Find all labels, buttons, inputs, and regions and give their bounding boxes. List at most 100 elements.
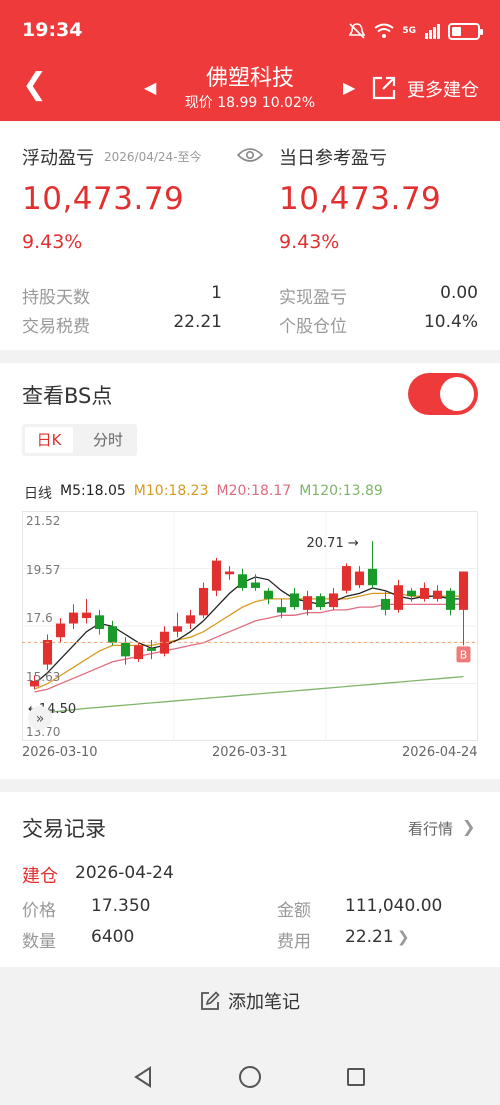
daily-pnl-label: 当日参考盈亏 <box>279 148 387 169</box>
nav-back-icon[interactable] <box>132 1066 154 1088</box>
y-tick-label: 17.6 <box>26 611 53 625</box>
candle-body <box>172 626 183 632</box>
candle-body <box>55 623 66 638</box>
ma20-value: M20:18.17 <box>216 483 292 499</box>
y-tick-label: 15.63 <box>26 670 60 684</box>
daily-pnl-pct: 9.43% <box>279 231 340 253</box>
battery-icon <box>448 22 483 40</box>
view-market-link[interactable]: 看行情 <box>408 818 453 839</box>
status-time: 19:34 <box>22 19 83 41</box>
candle-body <box>211 560 222 591</box>
candle-body <box>146 648 157 651</box>
ma-kind: 日线 <box>24 486 52 502</box>
floating-pnl-value: 10,473.79 <box>22 181 185 217</box>
quantity-value: 6400 <box>91 927 135 947</box>
trade-date: 2026-04-24 <box>75 863 174 883</box>
x-label-end: 2026-04-24 <box>402 745 478 760</box>
candle-body <box>263 590 274 599</box>
price-label: 价格 <box>22 901 56 921</box>
expand-icon: » <box>36 711 45 727</box>
trade-records-title: 交易记录 <box>22 817 106 841</box>
candle-body <box>224 571 235 575</box>
candle-body <box>68 612 79 624</box>
candle-body <box>432 590 443 599</box>
tab-day-k[interactable]: 日K <box>25 427 73 453</box>
ma120-value: M120:13.89 <box>299 483 383 499</box>
candle-body <box>94 615 105 630</box>
x-label-start: 2026-03-10 <box>22 745 98 760</box>
y-tick-label: 21.52 <box>26 514 60 528</box>
price-value: 17.350 <box>91 896 151 916</box>
fee-label: 费用 <box>277 932 311 952</box>
floating-date-range: 2026/04/24-至今 <box>104 150 202 164</box>
next-stock-button[interactable]: ▶ <box>343 78 355 97</box>
floating-pnl-label: 浮动盈亏 <box>22 148 94 169</box>
candlestick-chart[interactable]: B21.5219.5717.615.6313.7020.71 →←14.50» <box>22 511 478 741</box>
candle-body <box>380 598 391 610</box>
candle-body <box>419 587 430 599</box>
signal-icon <box>425 24 440 39</box>
mute-icon <box>349 23 366 39</box>
app-header: 19:34 5G ❮ ◀ 佛塑科技 现价 18.99 10.02% ▶ 更多建仓 <box>0 0 500 121</box>
candle-body <box>289 593 300 608</box>
nav-home-icon[interactable] <box>239 1066 261 1088</box>
x-label-mid: 2026-03-31 <box>212 745 288 760</box>
add-note-label: 添加笔记 <box>228 992 300 1013</box>
candle-body <box>250 582 261 588</box>
status-icons: 5G <box>348 22 483 40</box>
more-positions-button[interactable]: 更多建仓 <box>407 76 479 102</box>
wifi-icon <box>374 23 394 38</box>
amount-value: 111,040.00 <box>345 896 443 916</box>
candle-body <box>354 571 365 586</box>
chevron-right-icon[interactable]: ❯ <box>462 817 475 836</box>
floating-pnl-pct: 9.43% <box>22 231 83 253</box>
network-label: 5G <box>402 26 416 36</box>
bs-title: 查看BS点 <box>22 384 113 408</box>
ma5-value: M5:18.05 <box>60 483 126 499</box>
eye-icon[interactable] <box>237 147 263 163</box>
candle-body <box>406 590 417 597</box>
candle-body <box>276 607 287 613</box>
candle-body <box>185 615 196 624</box>
tab-intraday[interactable]: 分时 <box>82 427 134 453</box>
candle-body <box>120 642 131 657</box>
add-note-button[interactable]: 添加笔记 <box>0 988 500 1014</box>
holding-days-value: 1 <box>211 283 222 303</box>
position-ratio-value: 10.4% <box>423 312 478 332</box>
daily-pnl-value: 10,473.79 <box>279 181 442 217</box>
bs-toggle[interactable] <box>408 373 478 415</box>
fee-chevron-icon[interactable]: ❯ <box>397 928 410 946</box>
candle-body <box>367 568 378 586</box>
candle-body <box>445 590 456 610</box>
max-price-label: 20.71 → <box>307 536 359 551</box>
candle-body <box>107 626 118 643</box>
amount-label: 金额 <box>277 901 311 921</box>
trade-type: 建仓 <box>22 866 58 887</box>
edit-note-icon <box>201 991 220 1010</box>
ma120-line <box>34 675 464 715</box>
holding-days-label: 持股天数 <box>22 288 90 308</box>
candle-body <box>315 596 326 608</box>
nav-recent-icon[interactable] <box>347 1068 365 1086</box>
realized-pnl-label: 实现盈亏 <box>279 288 347 308</box>
quantity-label: 数量 <box>22 932 56 952</box>
candle-body <box>341 566 352 591</box>
share-export-icon[interactable] <box>371 75 397 101</box>
candle-body <box>393 585 404 610</box>
candle-body <box>81 612 92 619</box>
ma10-value: M10:18.23 <box>133 483 209 499</box>
y-tick-label: 19.57 <box>26 563 60 577</box>
ma-legend: 日线 M5:18.05 M10:18.23 M20:18.17 M120:13.… <box>24 483 383 503</box>
candle-body <box>237 574 248 588</box>
candle-body <box>302 596 313 610</box>
buy-marker-label: B <box>460 648 468 661</box>
position-ratio-label: 个股仓位 <box>279 317 347 337</box>
fee-value[interactable]: 22.21 <box>345 927 394 947</box>
candle-body <box>458 571 469 610</box>
realized-pnl-value: 0.00 <box>440 283 478 303</box>
candle-body <box>42 639 53 665</box>
tax-fee-label: 交易税费 <box>22 317 90 337</box>
candle-body <box>133 645 144 660</box>
candle-body <box>328 593 339 608</box>
candle-body <box>198 587 209 616</box>
